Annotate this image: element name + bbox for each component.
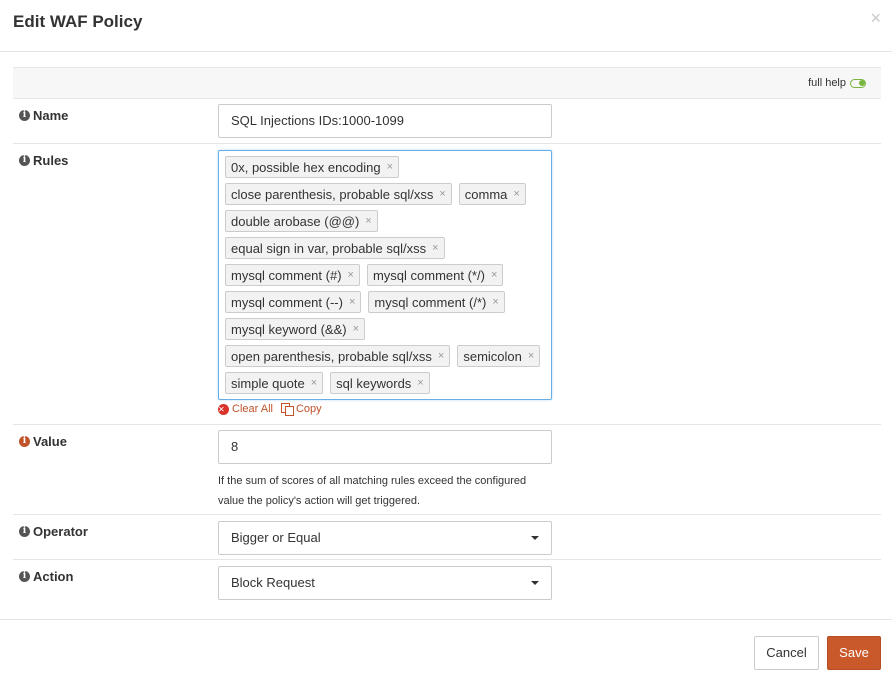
remove-tag-icon[interactable]: × bbox=[528, 350, 534, 362]
rule-tag-label: simple quote bbox=[231, 375, 305, 391]
rule-tag[interactable]: mysql comment (*/) × bbox=[366, 264, 504, 286]
rule-tag-label: mysql comment (--) bbox=[231, 294, 343, 310]
remove-tag-icon[interactable]: × bbox=[387, 161, 393, 173]
rule-tag[interactable]: double arobase (@@) × bbox=[225, 210, 378, 232]
rules-row: i Rules 0x, possible hex encoding × close … bbox=[13, 144, 881, 425]
rule-tag-label: mysql comment (*/) bbox=[372, 267, 485, 283]
rule-tag-label: semicolon bbox=[463, 348, 522, 364]
action-row: i Action Block Request bbox=[13, 560, 881, 605]
remove-tag-icon[interactable]: × bbox=[348, 269, 354, 281]
value-label: i Value bbox=[19, 434, 67, 449]
rule-tag[interactable]: open parenthesis, probable sql/xss × bbox=[225, 345, 451, 367]
copy-link[interactable]: Copy bbox=[280, 403, 322, 416]
tag-line: mysql comment (--) × mysql comment (/*) × bbox=[225, 291, 545, 318]
name-row: i Name SQL Injections IDs:1000-1099 bbox=[13, 99, 881, 144]
remove-tag-icon[interactable]: × bbox=[353, 323, 359, 335]
remove-tag-icon[interactable]: × bbox=[365, 215, 371, 227]
tag-line: simple quote × sql keywords × bbox=[225, 372, 545, 399]
value-input[interactable]: 8 bbox=[218, 430, 552, 464]
info-icon[interactable]: i bbox=[19, 436, 30, 447]
caret-down-icon bbox=[531, 536, 539, 540]
rule-tag[interactable]: mysql comment (--) × bbox=[225, 291, 362, 313]
rule-tag[interactable]: 0x, possible hex encoding × bbox=[225, 156, 400, 178]
rule-tag[interactable]: sql keywords × bbox=[330, 372, 430, 394]
action-select[interactable]: Block Request bbox=[218, 566, 552, 600]
rule-tag[interactable]: simple quote × bbox=[225, 372, 324, 394]
info-icon[interactable]: i bbox=[19, 155, 30, 166]
remove-tag-icon[interactable]: × bbox=[439, 188, 445, 200]
save-button[interactable]: Save bbox=[827, 636, 881, 670]
rule-tag-label: mysql keyword (&&) bbox=[231, 321, 347, 337]
toggle-on-icon[interactable] bbox=[850, 78, 866, 88]
rule-tag-label: 0x, possible hex encoding bbox=[231, 159, 381, 175]
action-label: i Action bbox=[19, 569, 73, 584]
rule-tag[interactable]: close parenthesis, probable sql/xss × bbox=[225, 183, 452, 205]
tag-line: double arobase (@@) × bbox=[225, 210, 545, 237]
rule-tag-label: sql keywords bbox=[336, 375, 412, 391]
remove-tag-icon[interactable]: × bbox=[311, 377, 317, 389]
help-bar: full help bbox=[13, 67, 881, 99]
name-input[interactable]: SQL Injections IDs:1000-1099 bbox=[218, 104, 552, 138]
rule-tag-label: open parenthesis, probable sql/xss bbox=[231, 348, 432, 364]
tag-line: equal sign in var, probable sql/xss × bbox=[225, 237, 545, 264]
modal-footer: Cancel Save bbox=[0, 619, 892, 681]
remove-tag-icon[interactable]: × bbox=[513, 188, 519, 200]
rules-tag-input[interactable]: 0x, possible hex encoding × close parenthe… bbox=[218, 150, 552, 400]
caret-down-icon bbox=[531, 581, 539, 585]
copy-icon bbox=[280, 403, 294, 416]
tag-line: 0x, possible hex encoding × bbox=[225, 156, 545, 183]
rule-tag[interactable]: equal sign in var, probable sql/xss × bbox=[225, 237, 445, 259]
rule-tag[interactable]: mysql comment (#) × bbox=[225, 264, 360, 286]
tag-line: open parenthesis, probable sql/xss × semic… bbox=[225, 345, 545, 372]
tag-line: mysql keyword (&&) × bbox=[225, 318, 545, 345]
operator-row: i Operator Bigger or Equal bbox=[13, 515, 881, 560]
value-help-text: If the sum of scores of all matching rul… bbox=[218, 475, 527, 507]
name-label: i Name bbox=[19, 108, 68, 123]
modal-header: Edit WAF Policy × bbox=[0, 0, 892, 52]
operator-select[interactable]: Bigger or Equal bbox=[218, 521, 552, 555]
rule-tag-label: equal sign in var, probable sql/xss bbox=[231, 240, 427, 256]
rule-tag[interactable]: mysql keyword (&&) × bbox=[225, 318, 366, 340]
cancel-button[interactable]: Cancel bbox=[754, 636, 819, 670]
clear-all-link[interactable]: ✕ Clear All bbox=[218, 403, 273, 415]
remove-tag-icon[interactable]: × bbox=[438, 350, 444, 362]
info-icon[interactable]: i bbox=[19, 571, 30, 582]
remove-tag-icon[interactable]: × bbox=[349, 296, 355, 308]
rule-tag-label: close parenthesis, probable sql/xss bbox=[231, 186, 434, 202]
rule-tag-label: mysql comment (/*) bbox=[374, 294, 487, 310]
remove-tag-icon[interactable]: × bbox=[417, 377, 423, 389]
info-icon[interactable]: i bbox=[19, 526, 30, 537]
rule-tag-label: comma bbox=[464, 186, 508, 202]
rules-actions: ✕ Clear All Copy bbox=[218, 403, 322, 416]
remove-tag-icon[interactable]: × bbox=[492, 296, 498, 308]
rule-tag[interactable]: semicolon × bbox=[457, 345, 541, 367]
info-icon[interactable]: i bbox=[19, 110, 30, 121]
full-help-toggle[interactable]: full help bbox=[808, 77, 866, 89]
rules-label: i Rules bbox=[19, 153, 68, 168]
remove-tag-icon[interactable]: × bbox=[432, 242, 438, 254]
full-help-label: full help bbox=[808, 77, 846, 89]
rule-tag-label: mysql comment (#) bbox=[231, 267, 342, 283]
close-icon[interactable]: × bbox=[870, 9, 881, 27]
remove-tag-icon[interactable]: × bbox=[491, 269, 497, 281]
rule-tag[interactable]: mysql comment (/*) × bbox=[368, 291, 505, 313]
tag-line: close parenthesis, probable sql/xss × comm… bbox=[225, 183, 545, 210]
clear-icon: ✕ bbox=[218, 403, 229, 415]
operator-label: i Operator bbox=[19, 524, 88, 539]
rule-tag[interactable]: comma × bbox=[458, 183, 526, 205]
value-row: i Value 8 If the sum of scores of all ma… bbox=[13, 425, 881, 515]
tag-line: mysql comment (#) × mysql comment (*/) × bbox=[225, 264, 545, 291]
modal-title: Edit WAF Policy bbox=[13, 12, 143, 31]
rule-tag-label: double arobase (@@) bbox=[231, 213, 360, 229]
